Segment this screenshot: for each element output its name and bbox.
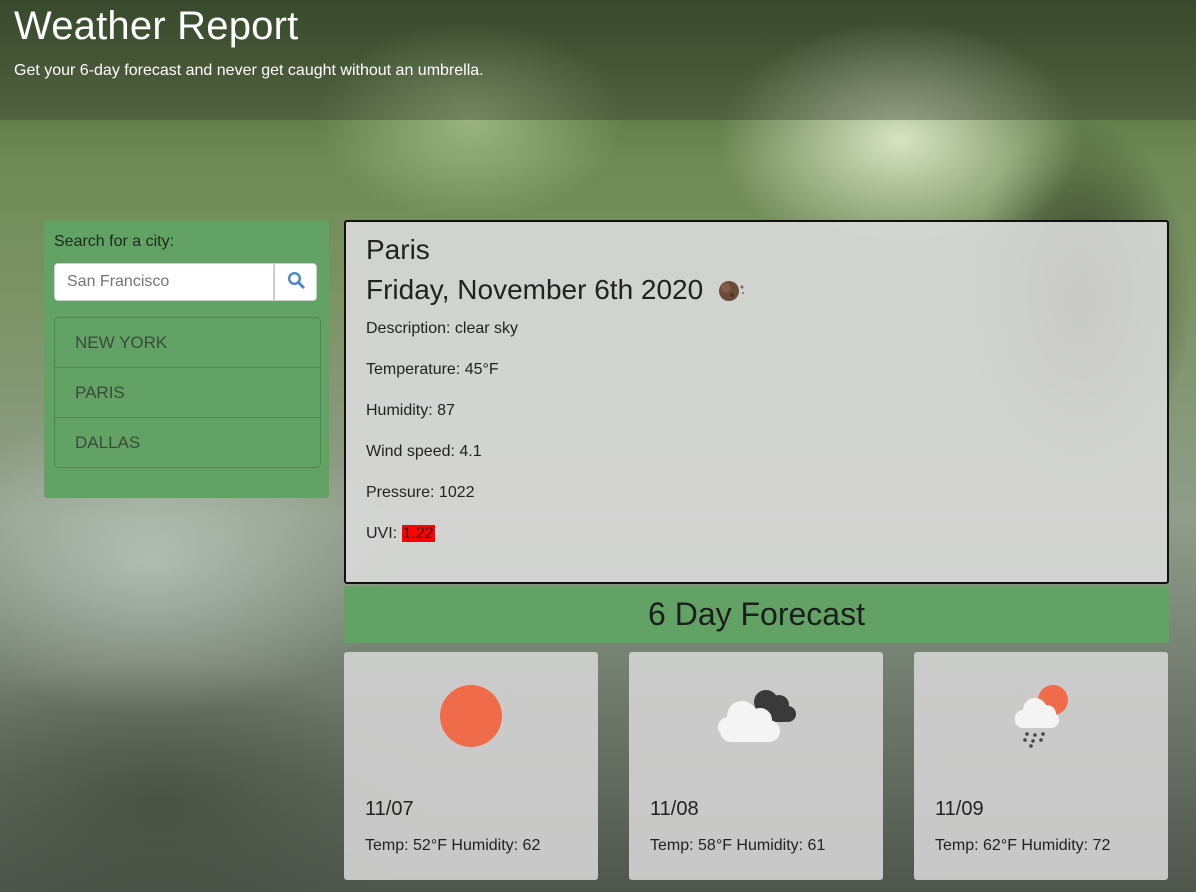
current-temperature: Temperature: 45°F [366, 361, 499, 378]
search-panel: Search for a city: NEW YORK PARIS DALLAS [44, 220, 329, 498]
history-item-dallas[interactable]: DALLAS [55, 418, 320, 467]
search-button[interactable] [274, 263, 317, 301]
current-description: Description: clear sky [366, 320, 519, 337]
page-subtitle: Get your 6-day forecast and never get ca… [14, 62, 484, 79]
search-history-list: NEW YORK PARIS DALLAS [54, 317, 321, 468]
current-wind-speed: Wind speed: 4.1 [366, 443, 482, 460]
forecast-stats: Temp: 58°F Humidity: 61 [650, 837, 826, 854]
forecast-stats: Temp: 62°F Humidity: 72 [935, 837, 1111, 854]
current-uvi: UVI: 1.22 [366, 525, 435, 543]
forecast-title: 6 Day Forecast [344, 586, 1169, 643]
page-header: Weather Report Get your 6-day forecast a… [0, 0, 1196, 120]
forecast-card: 11/09 Temp: 62°F Humidity: 72 [914, 652, 1168, 880]
sun-icon [344, 672, 598, 772]
forecast-stats: Temp: 52°F Humidity: 62 [365, 837, 541, 854]
current-date-line: Friday, November 6th 2020 [366, 274, 747, 306]
forecast-date: 11/08 [650, 798, 699, 820]
current-city-name: Paris [366, 234, 430, 265]
current-pressure: Pressure: 1022 [366, 484, 475, 501]
uvi-value-badge: 1.22 [401, 525, 435, 542]
forecast-card: 11/07 Temp: 52°F Humidity: 62 [344, 652, 598, 880]
current-date: Friday, November 6th 2020 [366, 274, 704, 305]
history-item-paris[interactable]: PARIS [55, 368, 320, 418]
forecast-date: 11/07 [365, 798, 414, 820]
city-search-input[interactable] [54, 263, 274, 301]
forecast-date: 11/09 [935, 798, 984, 820]
page-title: Weather Report [14, 4, 299, 48]
cloudy-icon [629, 672, 883, 772]
search-icon [287, 271, 305, 294]
forecast-card: 11/08 Temp: 58°F Humidity: 61 [629, 652, 883, 880]
current-humidity: Humidity: 87 [366, 402, 455, 419]
moon-icon [717, 277, 747, 303]
history-item-new-york[interactable]: NEW YORK [55, 318, 320, 368]
search-label: Search for a city: [54, 233, 175, 250]
uvi-label: UVI: [366, 525, 402, 542]
rain-sun-icon [914, 672, 1168, 772]
current-weather-card: Paris Friday, November 6th 2020 Descript… [344, 220, 1169, 584]
